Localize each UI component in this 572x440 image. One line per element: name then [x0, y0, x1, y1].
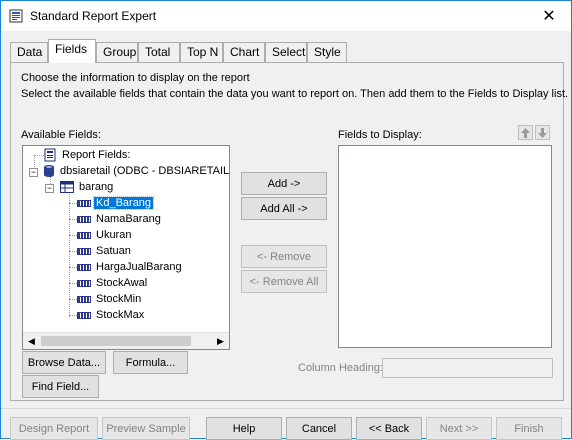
scroll-right-icon[interactable]: ▶: [212, 333, 229, 349]
field-icon: [77, 311, 91, 319]
fields-to-display-label: Fields to Display:: [338, 129, 422, 141]
tree-field-ukuran[interactable]: Ukuran: [77, 227, 133, 243]
move-up-icon: [521, 127, 530, 138]
tab-top-n[interactable]: Top N: [180, 42, 223, 62]
back-button[interactable]: << Back: [356, 417, 422, 440]
tree-field-stockmax[interactable]: StockMax: [77, 307, 146, 323]
move-down-button[interactable]: [535, 125, 550, 140]
database-icon: [44, 165, 54, 177]
collapse-table-icon[interactable]: −: [45, 184, 54, 193]
footer-divider: [1, 408, 571, 409]
tab-fields[interactable]: Fields: [48, 39, 96, 63]
tree-node-table[interactable]: barang: [60, 179, 115, 195]
report-expert-icon: [9, 9, 23, 23]
finish-button[interactable]: Finish: [496, 417, 562, 440]
table-icon: [60, 181, 74, 193]
preview-sample-button[interactable]: Preview Sample: [102, 417, 190, 440]
tree-root-report-fields[interactable]: Report Fields:: [43, 147, 132, 163]
report-fields-icon: [44, 148, 56, 162]
field-icon: [77, 215, 91, 223]
collapse-datasource-icon[interactable]: −: [29, 168, 38, 177]
next-button[interactable]: Next >>: [426, 417, 492, 440]
field-icon: [77, 295, 91, 303]
fields-to-display-list[interactable]: [338, 145, 552, 348]
tree-field-hargajualbarang[interactable]: HargaJualBarang: [77, 259, 184, 275]
tree-field-stockmin[interactable]: StockMin: [77, 291, 143, 307]
tab-chart[interactable]: Chart: [223, 42, 265, 62]
field-icon: [77, 263, 91, 271]
field-icon: [77, 279, 91, 287]
formula-button[interactable]: Formula...: [113, 351, 188, 374]
remove-button[interactable]: <- Remove: [241, 245, 327, 268]
column-heading-field[interactable]: [382, 358, 553, 378]
field-icon: [77, 231, 91, 239]
design-report-button[interactable]: Design Report: [10, 417, 98, 440]
tree-field-satuan[interactable]: Satuan: [77, 243, 133, 259]
available-fields-label: Available Fields:: [21, 129, 101, 141]
tab-style[interactable]: Style: [307, 42, 347, 62]
add-all-button[interactable]: Add All ->: [241, 197, 327, 220]
close-button[interactable]: ✕: [527, 1, 571, 31]
help-button[interactable]: Help: [206, 417, 282, 440]
tab-total[interactable]: Total: [138, 42, 180, 62]
tab-group[interactable]: Group: [96, 42, 138, 62]
field-icon: [77, 247, 91, 255]
tab-select[interactable]: Select: [265, 42, 307, 62]
move-down-icon: [538, 127, 547, 138]
tree-field-namabarang[interactable]: NamaBarang: [77, 211, 163, 227]
scroll-left-icon[interactable]: ◀: [23, 333, 40, 349]
tree-field-kd-barang[interactable]: Kd_Barang: [77, 195, 155, 211]
report-expert-window: Standard Report Expert ✕ Data Fields Gro…: [0, 0, 572, 440]
browse-data-button[interactable]: Browse Data...: [22, 351, 106, 374]
title-bar: Standard Report Expert ✕: [1, 1, 571, 31]
close-icon: ✕: [542, 8, 556, 25]
cancel-button[interactable]: Cancel: [286, 417, 352, 440]
tree-horizontal-scrollbar[interactable]: ◀ ▶: [23, 332, 229, 349]
window-title: Standard Report Expert: [30, 9, 157, 23]
remove-all-button[interactable]: <- Remove All: [241, 270, 327, 293]
field-icon: [77, 199, 91, 207]
instruction-line-1: Choose the information to display on the…: [21, 72, 250, 84]
tree-node-datasource[interactable]: dbsiaretail (ODBC - DBSIARETAIL): [43, 163, 229, 179]
move-up-button[interactable]: [518, 125, 533, 140]
find-field-button[interactable]: Find Field...: [22, 375, 99, 398]
add-button[interactable]: Add ->: [241, 172, 327, 195]
available-fields-tree[interactable]: Report Fields: − dbsiaretail (ODBC - DBS…: [22, 145, 230, 350]
tab-data[interactable]: Data: [10, 42, 48, 62]
scrollbar-thumb[interactable]: [41, 336, 191, 346]
instruction-line-2: Select the available fields that contain…: [21, 88, 569, 100]
tree-field-stockawal[interactable]: StockAwal: [77, 275, 149, 291]
column-heading-label: Column Heading:: [298, 362, 383, 374]
